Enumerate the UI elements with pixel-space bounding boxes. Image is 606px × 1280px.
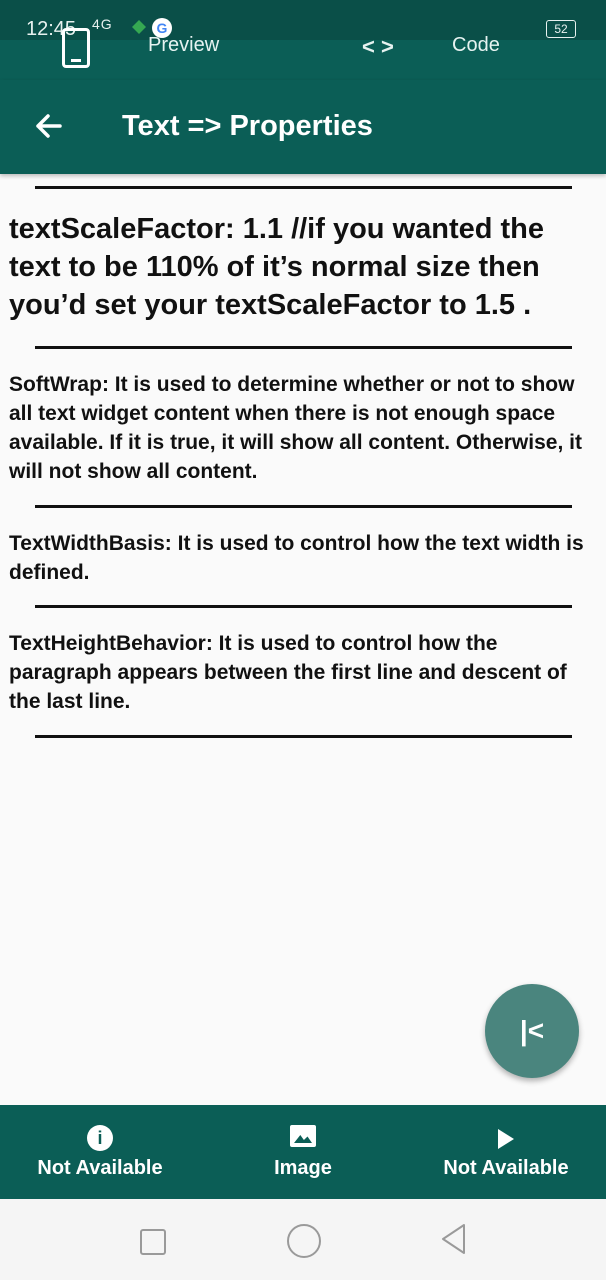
recent-apps-button[interactable] bbox=[140, 1229, 166, 1255]
back-button[interactable] bbox=[30, 108, 66, 144]
page-title: Text => Properties bbox=[122, 110, 373, 142]
divider bbox=[35, 346, 572, 349]
home-button[interactable] bbox=[287, 1224, 321, 1258]
paragraph-softwrap: SoftWrap: It is used to determine whethe… bbox=[9, 373, 582, 483]
tab-code[interactable]: Code bbox=[452, 34, 500, 57]
play-icon bbox=[498, 1129, 514, 1149]
paragraph-text-scale-factor: textScaleFactor: 1.1 //if you wanted the… bbox=[9, 213, 545, 321]
code-icon[interactable]: < > bbox=[362, 34, 394, 60]
paragraph-text-height-behavior: TextHeightBehavior: It is used to contro… bbox=[9, 632, 567, 713]
nav-item-image[interactable]: Image bbox=[203, 1105, 403, 1199]
first-page-fab[interactable]: |< bbox=[485, 984, 579, 1078]
nav-item-info[interactable]: i Not Available bbox=[0, 1105, 200, 1199]
nav-item-play[interactable]: Not Available bbox=[406, 1105, 606, 1199]
divider bbox=[35, 735, 572, 738]
phone-icon[interactable] bbox=[62, 28, 90, 68]
tab-preview[interactable]: Preview bbox=[148, 34, 219, 57]
nav-item-label: Not Available bbox=[37, 1157, 163, 1179]
triangle-back-icon bbox=[442, 1224, 465, 1254]
bottom-navigation: i Not Available Image Not Available bbox=[0, 1105, 606, 1199]
paragraph-text-width-basis: TextWidthBasis: It is used to control ho… bbox=[9, 532, 584, 584]
system-back-button[interactable] bbox=[440, 1223, 466, 1255]
preview-code-tabs: Preview < > Code bbox=[0, 28, 606, 80]
system-navigation-bar bbox=[0, 1199, 606, 1280]
image-icon bbox=[290, 1125, 316, 1147]
info-icon: i bbox=[87, 1125, 113, 1151]
divider bbox=[35, 605, 572, 608]
nav-item-label: Not Available bbox=[443, 1157, 569, 1179]
app-bar: Text => Properties bbox=[0, 80, 606, 174]
nav-item-label: Image bbox=[274, 1157, 332, 1179]
divider bbox=[35, 505, 572, 508]
skip-to-start-icon: |< bbox=[519, 1015, 545, 1046]
divider bbox=[35, 186, 572, 189]
arrow-left-icon bbox=[36, 114, 62, 138]
top-header: 12:45 4G G 52 Preview < > Code bbox=[0, 0, 606, 80]
